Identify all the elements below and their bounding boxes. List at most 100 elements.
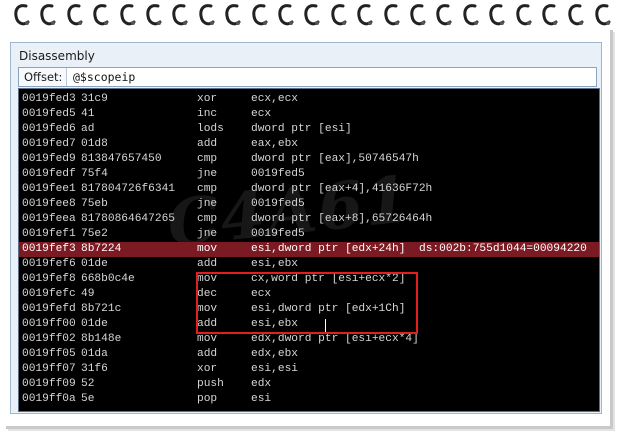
mnemonic: cmp xyxy=(197,213,218,225)
instruction-row[interactable]: 0019fed6 ad lods dword ptr [esi] xyxy=(19,122,599,137)
binding-ring-icon xyxy=(489,2,505,28)
opcode-bytes: 01de xyxy=(81,318,108,330)
binding-ring-icon xyxy=(278,2,294,28)
address: 0019ff05 xyxy=(22,348,76,360)
binding-ring-icon xyxy=(383,2,400,28)
operands: 0019fed5 xyxy=(251,198,305,210)
binding-ring-icon xyxy=(515,2,532,28)
address: 0019fef1 xyxy=(22,228,76,240)
address: 0019fed6 xyxy=(22,123,76,135)
instruction-row[interactable]: 0019fed3 31c9 xor ecx,ecx xyxy=(19,92,599,107)
opcode-bytes: 8b7224 xyxy=(81,243,122,255)
mnemonic: xor xyxy=(197,93,218,105)
binding-ring-icon xyxy=(357,2,373,28)
opcode-bytes: 41 xyxy=(81,108,95,120)
address: 0019fee1 xyxy=(22,183,76,195)
opcode-bytes: 75e2 xyxy=(81,228,108,240)
opcode-bytes: 75eb xyxy=(81,198,108,210)
operands: esi,esi xyxy=(251,363,298,375)
operands: esi xyxy=(251,393,272,405)
mnemonic: mov xyxy=(197,273,218,285)
instruction-row[interactable]: 0019ff00 01de add esi,ebx xyxy=(19,317,599,332)
operands: esi,dword ptr [edx+24h] xyxy=(251,243,406,255)
operands: dword ptr [eax+4],41636F72h xyxy=(251,183,433,195)
binding-ring-icon xyxy=(595,2,611,28)
instruction-row[interactable]: 0019fed5 41 inc ecx xyxy=(19,107,599,122)
opcode-bytes: 01d8 xyxy=(81,138,108,150)
instruction-row[interactable]: 0019ff0a 5e pop esi xyxy=(19,392,599,407)
address: 0019fed7 xyxy=(22,138,76,150)
instruction-row[interactable]: 0019ff02 8b148e mov edx,dword ptr [esi+ecx*… xyxy=(19,332,599,347)
binding-ring-icon xyxy=(199,2,215,28)
binding-ring-icon xyxy=(436,2,452,28)
instruction-row[interactable]: 0019fedf 75f4 jne 0019fed5 xyxy=(19,167,599,182)
instruction-row[interactable]: 0019feea 81780864647265 cmp dword ptr [eax+… xyxy=(19,212,599,227)
opcode-bytes: 8b148e xyxy=(81,333,122,345)
binding-ring-icon xyxy=(146,2,162,28)
binding-ring-icon xyxy=(225,2,241,28)
mnemonic: add xyxy=(197,258,218,270)
address: 0019fefc xyxy=(22,288,76,300)
operands: 0019fed5 xyxy=(251,228,305,240)
opcode-bytes: 01da xyxy=(81,348,108,360)
instruction-row[interactable]: 0019ff07 31f6 xor esi,esi xyxy=(19,362,599,377)
instruction-row[interactable]: 0019ff05 01da add edx,ebx xyxy=(19,347,599,362)
mnemonic: jne xyxy=(197,198,218,210)
mnemonic: cmp xyxy=(197,153,218,165)
opcode-bytes: 5e xyxy=(81,393,95,405)
offset-input[interactable] xyxy=(71,68,593,86)
address: 0019fef6 xyxy=(22,258,76,270)
instruction-row[interactable]: 0019fee8 75eb jne 0019fed5 xyxy=(19,197,599,212)
operands: ecx,ecx xyxy=(251,93,298,105)
disassembly-listing[interactable]: C4A61 0019fed3 31c9 xor ecx,ecx 0019fed5 41 in… xyxy=(18,88,600,412)
mnemonic: mov xyxy=(197,243,218,255)
address: 0019ff0a xyxy=(22,393,76,405)
instruction-row[interactable]: 0019fed9 813847657450 cmp dword ptr [eax],5… xyxy=(19,152,599,167)
mnemonic: pop xyxy=(197,393,218,405)
operands: edx,ebx xyxy=(251,348,298,360)
opcode-bytes: 817804726f6341 xyxy=(81,183,175,195)
mnemonic: jne xyxy=(197,228,218,240)
window-title: Disassembly xyxy=(19,49,95,63)
opcode-bytes: 49 xyxy=(81,288,95,300)
address: 0019fefd xyxy=(22,303,76,315)
address: 0019ff02 xyxy=(22,333,76,345)
operands: edx xyxy=(251,378,272,390)
instruction-row[interactable]: 0019fef1 75e2 jne 0019fed5 xyxy=(19,227,599,242)
operands: 0019fed5 xyxy=(251,168,305,180)
address: 0019fedf xyxy=(22,168,76,180)
instruction-row[interactable]: 0019fee1 817804726f6341 cmp dword ptr [eax+… xyxy=(19,182,599,197)
instruction-row[interactable]: 0019fed7 01d8 add eax,ebx xyxy=(19,137,599,152)
current-instruction-row[interactable]: 0019fef3 8b7224 mov esi,dword ptr [edx+24h]… xyxy=(19,242,599,257)
mnemonic: xor xyxy=(197,363,218,375)
instruction-row[interactable]: 0019fefc 49 dec ecx xyxy=(19,287,599,302)
instruction-row[interactable]: 0019fef8 668b0c4e mov cx,word ptr [esi+ecx*… xyxy=(19,272,599,287)
instruction-row[interactable]: 0019fef6 01de add esi,ebx xyxy=(19,257,599,272)
opcode-bytes: ad xyxy=(81,123,95,135)
binding-ring-icon xyxy=(119,2,136,28)
mnemonic: lods xyxy=(197,123,224,135)
instruction-row[interactable]: 0019fefd 8b721c mov esi,dword ptr [edx+1Ch] xyxy=(19,302,599,317)
binding-ring-icon xyxy=(331,2,347,28)
spiral-binding xyxy=(0,0,617,32)
binding-ring-icon xyxy=(93,2,109,28)
binding-ring-icon xyxy=(410,2,426,28)
operands: esi,ebx xyxy=(251,258,298,270)
mnemonic: mov xyxy=(197,303,218,315)
instruction-row[interactable]: 0019ff09 52 push edx xyxy=(19,377,599,392)
address: 0019fee8 xyxy=(22,198,76,210)
binding-ring-icon xyxy=(304,2,320,28)
address: 0019ff00 xyxy=(22,318,76,330)
binding-ring-icon xyxy=(172,2,188,28)
operands: esi,dword ptr [edx+1Ch] xyxy=(251,303,406,315)
opcode-bytes: 81780864647265 xyxy=(81,213,175,225)
opcode-bytes: 668b0c4e xyxy=(81,273,135,285)
mnemonic: add xyxy=(197,318,218,330)
operands: dword ptr [eax+8],65726464h xyxy=(251,213,433,225)
comment: ds:002b:755d1044=00094220 xyxy=(419,243,587,255)
binding-ring-icon xyxy=(14,2,30,28)
binding-ring-icon xyxy=(251,2,268,28)
binding-ring-icon xyxy=(568,2,584,28)
operands: ecx xyxy=(251,108,272,120)
opcode-bytes: 31c9 xyxy=(81,93,108,105)
